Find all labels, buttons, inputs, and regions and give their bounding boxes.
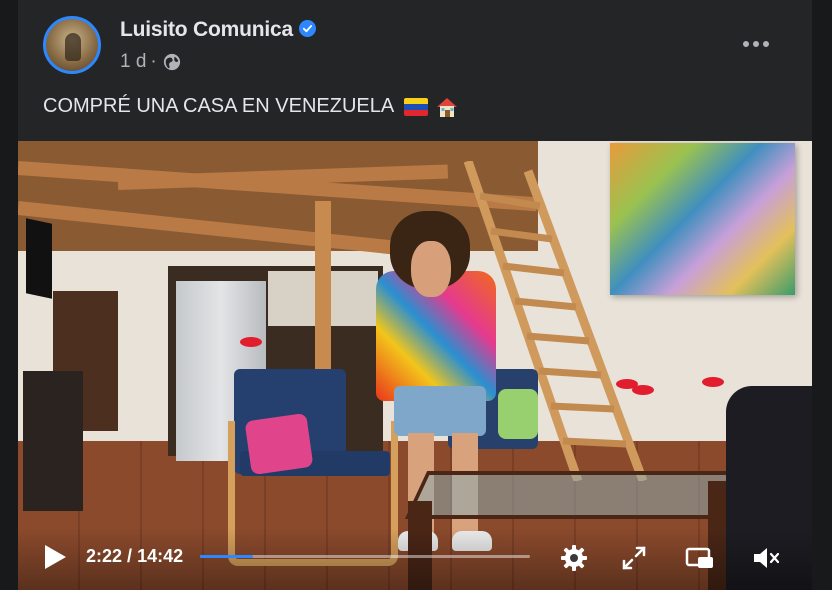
person-face bbox=[411, 241, 451, 297]
green-pillow bbox=[498, 389, 538, 439]
progress-bar[interactable] bbox=[200, 555, 530, 558]
meta-separator: · bbox=[150, 51, 157, 72]
glass-coffee-table bbox=[404, 471, 756, 519]
dot-icon bbox=[753, 41, 759, 47]
red-flower bbox=[632, 385, 654, 395]
post-timestamp[interactable]: 1 d bbox=[120, 51, 146, 73]
author-name[interactable]: Luisito Comunica bbox=[120, 18, 293, 42]
person-shorts bbox=[394, 386, 486, 436]
progress-bar-fill bbox=[200, 555, 254, 558]
dot-icon bbox=[743, 41, 749, 47]
red-flower bbox=[702, 377, 724, 387]
counter bbox=[23, 371, 83, 511]
venezuela-flag-icon bbox=[404, 97, 429, 116]
play-icon[interactable] bbox=[42, 543, 68, 571]
globe-icon bbox=[163, 53, 180, 71]
red-flower bbox=[240, 337, 262, 347]
post-message: COMPRÉ UNA CASA EN VENEZUELA bbox=[43, 95, 459, 118]
post-header: Luisito Comunica 1 d · bbox=[18, 0, 812, 90]
video-time: 2:22 / 14:42 bbox=[86, 546, 183, 567]
verified-badge-icon bbox=[298, 19, 316, 37]
dot-icon bbox=[763, 41, 769, 47]
post-text: COMPRÉ UNA CASA EN VENEZUELA bbox=[43, 95, 395, 117]
current-time: 2:22 bbox=[86, 546, 123, 566]
volume-muted-icon[interactable] bbox=[750, 542, 782, 574]
settings-gear-icon[interactable] bbox=[558, 542, 590, 574]
fullscreen-expand-icon[interactable] bbox=[618, 542, 650, 574]
author-name-row: Luisito Comunica bbox=[120, 18, 316, 42]
time-divider: / bbox=[127, 546, 133, 566]
house-icon bbox=[437, 97, 458, 117]
author-avatar[interactable] bbox=[43, 16, 101, 74]
video-player[interactable]: 2:22 / 14:42 bbox=[18, 141, 812, 590]
video-controls: 2:22 / 14:42 bbox=[18, 528, 812, 590]
picture-in-picture-icon[interactable] bbox=[684, 542, 716, 574]
wall-tv bbox=[26, 218, 52, 299]
duration: 14:42 bbox=[137, 546, 184, 566]
more-options-button[interactable] bbox=[734, 26, 778, 62]
post-card: Luisito Comunica 1 d · COMPRÉ UNA CASA E… bbox=[18, 0, 812, 590]
post-meta: 1 d · bbox=[120, 51, 181, 73]
